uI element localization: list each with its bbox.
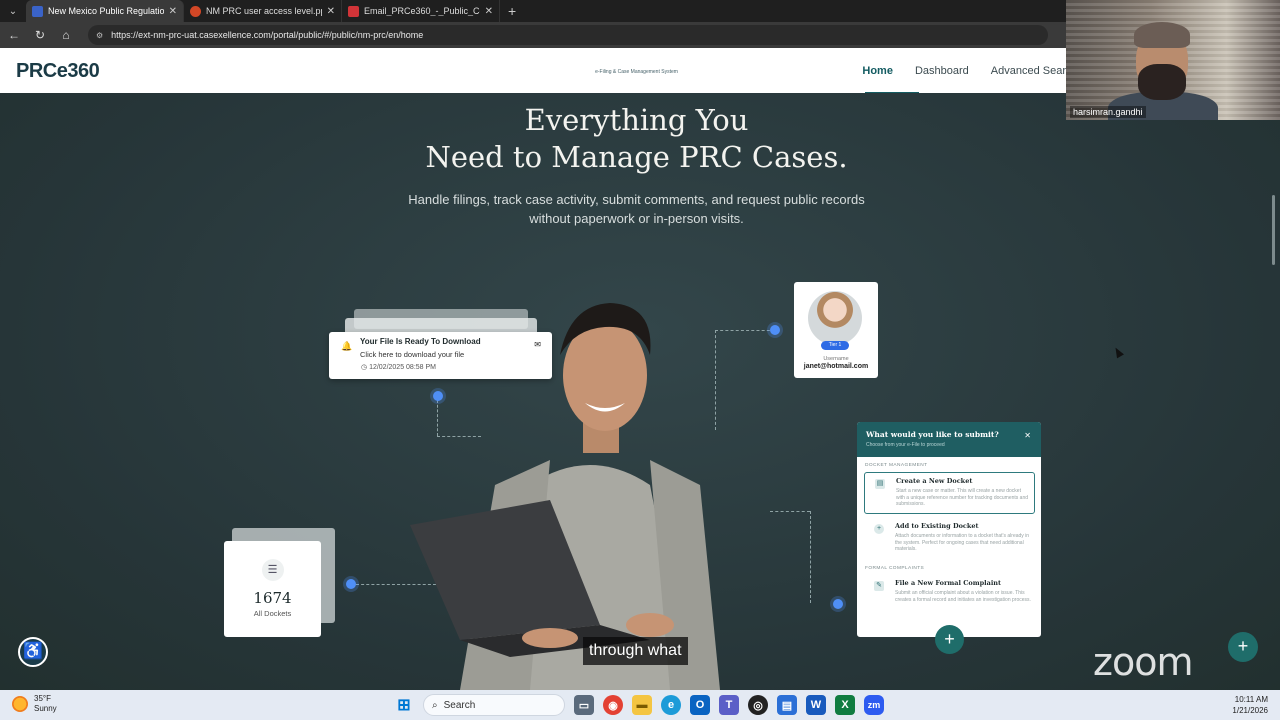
- complaint-icon: ✎: [874, 581, 884, 591]
- zoom-watermark: zoom: [1093, 640, 1193, 684]
- file-explorer-icon[interactable]: ▬: [632, 695, 652, 715]
- chrome-icon[interactable]: ◉: [603, 695, 623, 715]
- github-icon[interactable]: ◎: [748, 695, 768, 715]
- option-description: Start a new case or matter. This will cr…: [896, 488, 1029, 507]
- connector-line: [810, 511, 811, 603]
- connector-dot: [833, 599, 843, 609]
- weather-widget[interactable]: 35°F Sunny: [12, 694, 57, 714]
- option-description: Attach documents or information to a doc…: [895, 533, 1030, 552]
- tab-title: NM PRC user access level.pptx: [206, 6, 322, 16]
- tab-title: Email_PRCe360_-_Public_Comme: [364, 6, 480, 16]
- add-circle-icon: +: [874, 524, 884, 534]
- man-with-laptop-photo: [410, 303, 720, 690]
- user-profile-card: Tier 1 Username janet@hotmail.com: [794, 282, 878, 378]
- search-icon: ⌕: [432, 699, 438, 711]
- tier-badge: Tier 1: [821, 341, 849, 350]
- prce360-logo[interactable]: PRCe360 e-Filing & Case Management Syste…: [16, 61, 678, 81]
- section-formal-complaints: FORMAL COMPLAINTS: [865, 566, 925, 571]
- system-clock[interactable]: 10:11 AM 1/21/2026: [1232, 694, 1268, 716]
- task-view-icon[interactable]: ▭: [574, 695, 594, 715]
- site-info-icon[interactable]: ⚙: [96, 31, 103, 40]
- outlook-icon[interactable]: O: [690, 695, 710, 715]
- hero-subtitle-line1: Handle filings, track case activity, sub…: [408, 192, 865, 207]
- participant-turban: [1134, 22, 1190, 48]
- excel-icon[interactable]: X: [835, 695, 855, 715]
- weather-condition: Sunny: [34, 704, 57, 713]
- username-email: janet@hotmail.com: [803, 363, 869, 370]
- powerpoint-favicon-icon: [190, 5, 201, 17]
- option-title: Create a New Docket: [896, 477, 973, 485]
- back-arrow-icon[interactable]: ←: [6, 28, 22, 42]
- taskbar-apps: ⊞ ⌕ Search ▭ ◉ ▬ e O T ◎ ▤ W X zm: [394, 694, 884, 716]
- tab-title: New Mexico Public Regulation C: [48, 6, 164, 16]
- new-docket-icon: ▤: [875, 479, 885, 489]
- submit-panel-title: What would you like to submit?: [866, 430, 999, 439]
- new-tab-plus-icon[interactable]: +: [500, 3, 524, 19]
- live-caption: through what: [583, 637, 688, 665]
- section-docket-management: DOCKET MANAGEMENT: [865, 463, 928, 468]
- add-plus-button[interactable]: +: [935, 625, 964, 654]
- submit-panel-header: What would you like to submit? Choose fr…: [857, 422, 1041, 457]
- reload-icon[interactable]: ↻: [32, 28, 48, 42]
- site-header: PRCe360 e-Filing & Case Management Syste…: [0, 48, 1066, 93]
- username-label: Username: [823, 356, 849, 362]
- search-label: Search: [443, 699, 476, 711]
- close-icon[interactable]: ✕: [1024, 431, 1031, 440]
- document-icon: ☰: [261, 559, 284, 581]
- avatar: [808, 291, 862, 345]
- pdf-favicon-icon: [348, 5, 359, 17]
- close-tab-icon[interactable]: ✕: [169, 6, 177, 17]
- weather-temp: 35°F: [34, 694, 51, 703]
- option-title: File a New Formal Complaint: [895, 579, 1002, 587]
- clock-date: 1/21/2026: [1232, 706, 1268, 715]
- teams-icon[interactable]: T: [719, 695, 739, 715]
- url-text: https://ext-nm-prc-uat.casexellence.com/…: [111, 30, 424, 40]
- close-tab-icon[interactable]: ✕: [485, 6, 493, 17]
- windows-taskbar: 35°F Sunny ⊞ ⌕ Search ▭ ◉ ▬ e O T ◎ ▤ W …: [0, 690, 1280, 720]
- notepad-icon[interactable]: ▤: [777, 695, 797, 715]
- tab-list-chevron-icon[interactable]: ⌄: [0, 0, 26, 22]
- main-nav: Home Dashboard Advanced Sear: [862, 48, 1066, 93]
- nav-dashboard[interactable]: Dashboard: [915, 65, 969, 77]
- connector-dot: [346, 579, 356, 589]
- windows-start-icon[interactable]: ⊞: [394, 695, 414, 715]
- word-icon[interactable]: W: [806, 695, 826, 715]
- edge-icon[interactable]: e: [661, 695, 681, 715]
- accessibility-icon[interactable]: ♿: [18, 637, 48, 667]
- option-description: Submit an official complaint about a vio…: [895, 590, 1031, 603]
- page-scrollbar[interactable]: [1272, 195, 1275, 265]
- option-title: Add to Existing Docket: [895, 522, 979, 530]
- home-icon[interactable]: ⌂: [58, 28, 74, 42]
- clock-time: 10:11 AM: [1234, 695, 1268, 704]
- submit-panel-subtitle: Choose from your e-File to proceed: [866, 442, 945, 448]
- hero-title-line2: Need to Manage PRC Cases.: [425, 140, 848, 174]
- floating-add-button[interactable]: +: [1228, 632, 1258, 662]
- participant-name: harsimran.gandhi: [1070, 106, 1146, 118]
- browser-tab-1[interactable]: New Mexico Public Regulation C ✕: [26, 0, 184, 22]
- nav-home[interactable]: Home: [862, 65, 893, 77]
- zoom-icon[interactable]: zm: [864, 695, 884, 715]
- participant-video: harsimran.gandhi: [1066, 0, 1280, 120]
- option-add-existing-docket[interactable]: + Add to Existing Docket Attach document…: [864, 518, 1035, 560]
- dockets-count: 1674: [253, 589, 292, 607]
- close-tab-icon[interactable]: ✕: [327, 6, 335, 17]
- submit-options-panel: What would you like to submit? Choose fr…: [857, 422, 1041, 637]
- nav-advanced-search[interactable]: Advanced Sear: [991, 65, 1066, 77]
- prc-favicon-icon: [32, 5, 43, 17]
- url-field[interactable]: ⚙ https://ext-nm-prc-uat.casexellence.co…: [88, 25, 1048, 45]
- dockets-label: All Dockets: [253, 609, 292, 618]
- sun-icon: [12, 696, 28, 712]
- option-create-docket[interactable]: ▤ Create a New Docket Start a new case o…: [864, 472, 1035, 514]
- taskbar-search[interactable]: ⌕ Search: [423, 694, 565, 716]
- hero-subtitle-line2: without paperwork or in-person visits.: [529, 211, 744, 226]
- all-dockets-card[interactable]: ☰ 1674 All Dockets: [224, 541, 321, 637]
- browser-tab-2[interactable]: NM PRC user access level.pptx ✕: [184, 0, 342, 22]
- bell-icon: 🔔: [341, 341, 353, 351]
- participant-beard: [1138, 64, 1186, 100]
- browser-tab-3[interactable]: Email_PRCe360_-_Public_Comme ✕: [342, 0, 500, 22]
- option-file-complaint[interactable]: ✎ File a New Formal Complaint Submit an …: [864, 575, 1035, 617]
